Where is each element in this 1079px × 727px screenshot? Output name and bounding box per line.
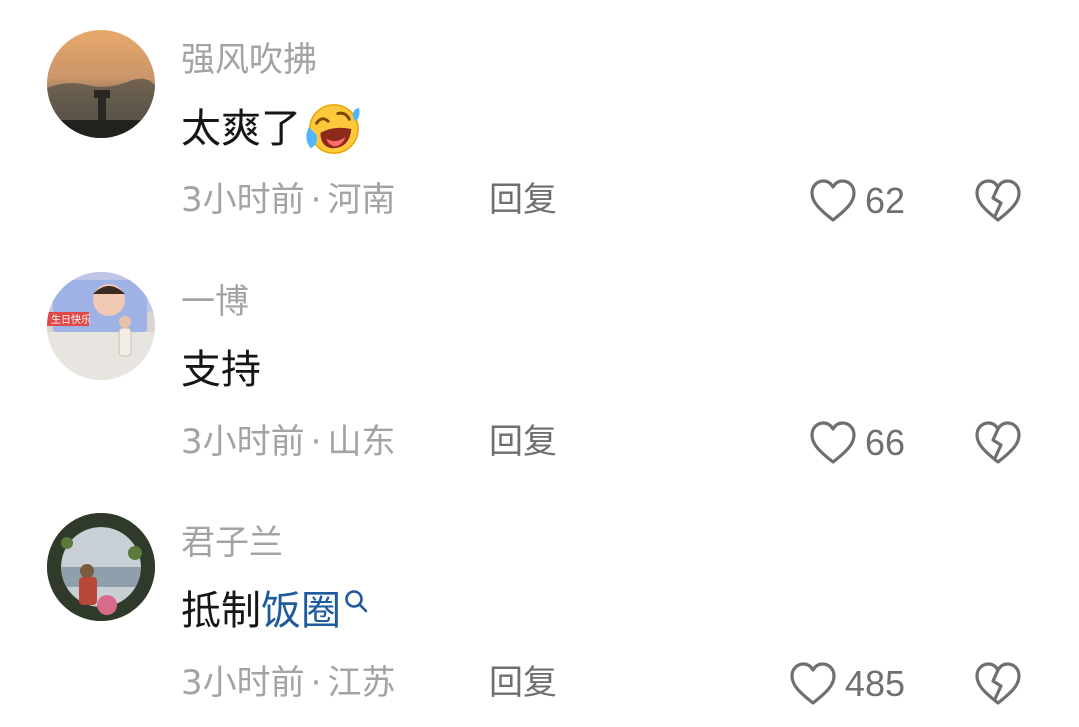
dislike-button[interactable] — [974, 178, 1022, 224]
comment-list: 强风吹拂 太爽了 3小时前 · 河南 回复 62 生日快乐 一博 支持 3小时前… — [0, 0, 1079, 727]
search-mini-icon[interactable] — [343, 588, 369, 618]
comment-item: 生日快乐 一博 支持 3小时前 · 山东 回复 66 — [0, 272, 1079, 502]
svg-text:生日快乐: 生日快乐 — [51, 313, 91, 326]
separator-dot: · — [310, 663, 322, 703]
reply-button[interactable]: 回复 — [489, 661, 557, 705]
like-button[interactable]: 66 — [809, 418, 905, 468]
comment-item: 君子兰 抵制 饭圈 3小时前 · 江苏 回复 485 — [0, 513, 1079, 727]
separator-dot: · — [310, 422, 322, 462]
comment-location: 江苏 — [327, 663, 396, 703]
comment-content: 支持 — [181, 342, 261, 398]
like-button[interactable]: 62 — [809, 176, 905, 226]
heart-outline-icon — [810, 421, 856, 464]
like-count: 62 — [864, 180, 905, 221]
comment-item: 强风吹拂 太爽了 3小时前 · 河南 回复 62 — [0, 30, 1079, 260]
heart-outline-icon — [790, 662, 836, 705]
comment-text: 支持 — [181, 347, 261, 393]
avatar[interactable] — [47, 513, 155, 621]
comment-meta: 3小时前 · 江苏 — [181, 661, 395, 705]
search-link[interactable]: 饭圈 — [261, 583, 341, 639]
avatar-image — [47, 513, 155, 621]
username[interactable]: 君子兰 — [181, 521, 283, 565]
heart-outline-icon — [810, 179, 856, 222]
avatar-image: 生日快乐 — [47, 272, 155, 380]
avatar-image — [47, 30, 155, 138]
broken-heart-icon — [975, 179, 1021, 222]
laughing-crying-emoji — [306, 104, 360, 154]
reply-button[interactable]: 回复 — [489, 178, 557, 222]
avatar[interactable] — [47, 30, 155, 138]
comment-content: 抵制 饭圈 — [181, 583, 369, 639]
broken-heart-icon — [975, 662, 1021, 705]
comment-location: 河南 — [327, 180, 396, 220]
comment-meta: 3小时前 · 山东 — [181, 420, 395, 464]
comment-location: 山东 — [327, 422, 396, 462]
like-button[interactable]: 485 — [789, 659, 905, 709]
like-count: 66 — [864, 422, 905, 463]
username[interactable]: 一博 — [181, 280, 249, 324]
comment-time: 3小时前 — [181, 180, 305, 220]
comment-text: 抵制 — [181, 588, 261, 634]
reply-button[interactable]: 回复 — [489, 420, 557, 464]
comment-time: 3小时前 — [181, 422, 305, 462]
comment-time: 3小时前 — [181, 663, 305, 703]
comment-text: 太爽了 — [181, 106, 301, 152]
broken-heart-icon — [975, 421, 1021, 464]
dislike-button[interactable] — [974, 420, 1022, 466]
like-count: 485 — [844, 663, 905, 704]
separator-dot: · — [310, 180, 322, 220]
comment-content: 太爽了 — [181, 100, 361, 158]
avatar[interactable]: 生日快乐 — [47, 272, 155, 380]
username[interactable]: 强风吹拂 — [181, 38, 317, 82]
comment-meta: 3小时前 · 河南 — [181, 178, 395, 222]
dislike-button[interactable] — [974, 661, 1022, 707]
